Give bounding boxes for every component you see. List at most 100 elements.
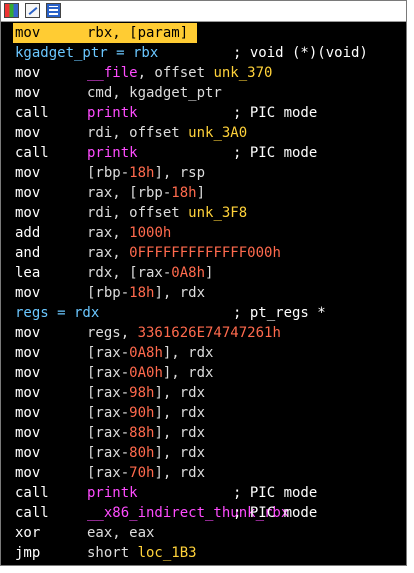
operand: rdx, [rax- — [87, 265, 172, 281]
mnemonic: add — [15, 225, 41, 241]
numeric-constant: 98h — [129, 385, 155, 401]
operand: [rbp- — [87, 165, 130, 181]
numeric-constant: 18h — [129, 285, 155, 301]
operand: ], rdx — [154, 445, 206, 461]
comment: ; pt_regs * — [233, 305, 326, 321]
code-line[interactable]: call __x86_indirect_thunk_rbx; PIC mode — [15, 503, 406, 523]
comment: ; PIC mode — [233, 485, 318, 501]
code-line[interactable]: call printk ; PIC mode — [15, 103, 406, 123]
mnemonic: mov — [15, 345, 41, 361]
code-line[interactable]: mov [rbp-18h], rsp — [15, 163, 406, 183]
code-line[interactable]: mov [rax-0A0h], rdx — [15, 363, 406, 383]
mnemonic: mov — [15, 465, 41, 481]
code-line[interactable]: call printk ; PIC mode — [15, 483, 406, 503]
mnemonic: call — [15, 105, 49, 121]
hex-view-icon[interactable] — [46, 3, 61, 18]
mnemonic: mov — [15, 405, 41, 421]
location-label: unk_3F8 — [188, 205, 248, 221]
operand: ], rdx — [162, 345, 214, 361]
mnemonic: mov — [15, 165, 41, 181]
mnemonic: and — [15, 245, 41, 261]
mnemonic: mov — [15, 185, 41, 201]
symbol-name: printk — [87, 145, 138, 161]
operand: ], rdx — [154, 405, 206, 421]
operand: [rax- — [87, 405, 130, 421]
operand: eax, eax — [87, 525, 155, 541]
operand: [rax- — [87, 425, 130, 441]
numeric-constant: 0A0h — [129, 365, 163, 381]
code-line[interactable]: mov [rbp-18h], rdx — [15, 283, 406, 303]
code-line[interactable]: jmp short loc_1B3 — [15, 543, 406, 563]
variable-alias: kgadget_ptr = rbx — [15, 45, 159, 61]
operand: ], rdx — [154, 385, 206, 401]
operand: cmd, kgadget_ptr — [87, 85, 222, 101]
operand: rax, — [87, 245, 130, 261]
operand: [rax- — [87, 385, 130, 401]
variable-alias: regs = rdx — [15, 305, 100, 321]
mnemonic: mov — [15, 365, 41, 381]
operand: ], rdx — [154, 465, 206, 481]
numeric-constant: 88h — [129, 425, 155, 441]
code-line[interactable]: mov __file, offset unk_370 — [15, 63, 406, 83]
code-line[interactable]: kgadget_ptr = rbx ; void (*)(void) — [15, 43, 406, 63]
operand: rax, — [87, 225, 130, 241]
code-line[interactable]: regs = rdx ; pt_regs * — [15, 303, 406, 323]
operand: ], rdx — [154, 285, 206, 301]
disassembly-window: mov rbx, [param] kgadget_ptr = rbx ; void (… — [0, 0, 407, 566]
operand: regs, — [87, 325, 138, 341]
code-line[interactable]: call printk ; PIC mode — [15, 143, 406, 163]
code-line[interactable]: xor eax, eax — [15, 523, 406, 543]
numeric-constant: 0FFFFFFFFFFFFF000h — [129, 245, 281, 261]
mnemonic: mov — [15, 285, 41, 301]
operand: ], rdx — [154, 425, 206, 441]
mnemonic: mov — [15, 125, 41, 141]
operand: ] — [205, 265, 214, 281]
operand: ] — [196, 185, 206, 201]
mnemonic: mov — [15, 65, 41, 81]
numeric-constant: 70h — [129, 465, 155, 481]
operand: rax, [rbp- — [87, 185, 172, 201]
code-line[interactable]: mov rax, [rbp-18h] — [15, 183, 406, 203]
mnemonic: mov — [15, 25, 41, 41]
operand: rdi, offset — [87, 205, 189, 221]
code-line[interactable]: lea rdx, [rax-0A8h] — [15, 263, 406, 283]
code-line[interactable]: mov [rax-70h], rdx — [15, 463, 406, 483]
operand: , offset — [137, 65, 214, 81]
graph-view-icon[interactable] — [4, 3, 19, 18]
code-line[interactable]: mov [rax-98h], rdx — [15, 383, 406, 403]
code-line[interactable]: mov regs, 3361626E74747261h — [15, 323, 406, 343]
code-line[interactable]: mov rbx, [param] — [13, 23, 197, 43]
location-label: unk_3A0 — [188, 125, 248, 141]
disassembly-listing[interactable]: mov rbx, [param] kgadget_ptr = rbx ; void (… — [1, 23, 406, 565]
code-line[interactable]: mov cmd, kgadget_ptr — [15, 83, 406, 103]
code-line[interactable]: add rax, 1000h — [15, 223, 406, 243]
numeric-constant: 3361626E74747261h — [137, 325, 281, 341]
numeric-constant: 0A8h — [171, 265, 206, 281]
code-line[interactable]: mov rdi, offset unk_3A0 — [15, 123, 406, 143]
operand: ], rdx — [162, 365, 214, 381]
code-line[interactable]: mov rdi, offset unk_3F8 — [15, 203, 406, 223]
operand: ], rsp — [154, 165, 206, 181]
numeric-constant: 0A8h — [129, 345, 163, 361]
code-line[interactable]: mov [rax-90h], rdx — [15, 403, 406, 423]
code-line[interactable]: mov [rax-88h], rdx — [15, 423, 406, 443]
mnemonic: mov — [15, 445, 41, 461]
mnemonic: mov — [15, 385, 41, 401]
code-line[interactable]: mov [rax-80h], rdx — [15, 443, 406, 463]
mnemonic: mov — [15, 85, 41, 101]
operand: [rax- — [87, 365, 130, 381]
mnemonic: mov — [15, 325, 41, 341]
mnemonic: call — [15, 485, 49, 501]
operand: rdi, offset — [87, 125, 189, 141]
symbol-name: __file — [87, 65, 138, 81]
comment: ; void (*)(void) — [233, 45, 368, 61]
symbol-name: printk — [87, 485, 138, 501]
code-line[interactable]: mov [rax-0A8h], rdx — [15, 343, 406, 363]
edit-icon[interactable] — [25, 3, 40, 18]
code-line[interactable]: and rax, 0FFFFFFFFFFFFF000h — [15, 243, 406, 263]
location-label: unk_370 — [213, 65, 273, 81]
location-label: loc_1B3 — [137, 545, 197, 561]
comment: ; PIC mode — [233, 105, 318, 121]
mnemonic: jmp — [15, 545, 41, 561]
numeric-constant: 80h — [129, 445, 155, 461]
